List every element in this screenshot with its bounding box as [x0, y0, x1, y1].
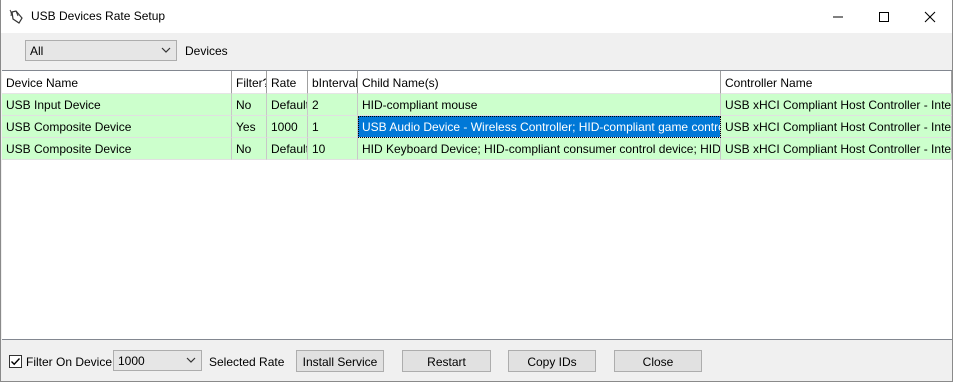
- title-bar: USB Devices Rate Setup: [1, 0, 952, 33]
- close-button[interactable]: Close: [614, 350, 702, 372]
- column-header-rate[interactable]: Rate: [267, 71, 308, 94]
- mouse-icon: [9, 9, 23, 24]
- copy-ids-button[interactable]: Copy IDs: [508, 350, 596, 372]
- device-list[interactable]: Device Name Filter? Rate bInterval Child…: [2, 70, 952, 340]
- cell-child-names-selected: USB Audio Device - Wireless Controller; …: [358, 116, 721, 138]
- cell-rate: 1000: [267, 116, 308, 138]
- cell-child-names: HID-compliant mouse: [358, 94, 721, 116]
- column-header-binterval[interactable]: bInterval: [308, 71, 358, 94]
- cell-binterval: 1: [308, 116, 358, 138]
- cell-device-name: USB Composite Device: [2, 138, 232, 160]
- column-header-controller-name[interactable]: Controller Name: [721, 71, 952, 94]
- table-row[interactable]: USB Input Device No Default 2 HID-compli…: [2, 94, 952, 116]
- cell-rate: Default: [267, 138, 308, 160]
- restart-button[interactable]: Restart: [402, 350, 491, 372]
- column-header-child-names[interactable]: Child Name(s): [358, 71, 721, 94]
- window-title: USB Devices Rate Setup: [31, 9, 166, 23]
- cell-device-name: USB Composite Device: [2, 116, 232, 138]
- cell-rate: Default: [267, 94, 308, 116]
- close-window-button[interactable]: [907, 0, 953, 33]
- filter-on-device-checkbox[interactable]: [9, 355, 22, 368]
- chevron-down-icon: [186, 357, 196, 363]
- cell-controller-name: USB xHCI Compliant Host Controller - Int…: [721, 94, 952, 116]
- rate-dropdown-value: 1000: [118, 354, 145, 368]
- table-row[interactable]: USB Composite Device Yes 1000 1 USB Audi…: [2, 116, 952, 138]
- app-window: USB Devices Rate Setup All Devices Devic…: [0, 0, 953, 382]
- device-filter-dropdown[interactable]: All: [25, 40, 177, 61]
- table-row[interactable]: USB Composite Device No Default 10 HID K…: [2, 138, 952, 160]
- device-filter-value: All: [30, 44, 44, 58]
- cell-binterval: 2: [308, 94, 358, 116]
- selected-rate-label: Selected Rate: [209, 355, 285, 369]
- filter-on-device-label[interactable]: Filter On Device: [26, 355, 112, 369]
- close-icon: [924, 11, 936, 22]
- cell-device-name: USB Input Device: [2, 94, 232, 116]
- checkmark-icon: [11, 358, 21, 366]
- minimize-button[interactable]: [815, 0, 861, 33]
- chevron-down-icon: [161, 47, 171, 53]
- cell-filter: No: [232, 94, 267, 116]
- maximize-button[interactable]: [861, 0, 907, 33]
- cell-controller-name: USB xHCI Compliant Host Controller - Int…: [721, 138, 952, 160]
- maximize-icon: [879, 11, 889, 22]
- cell-filter: No: [232, 138, 267, 160]
- minimize-icon: [833, 16, 843, 17]
- devices-label: Devices: [185, 44, 228, 58]
- cell-filter: Yes: [232, 116, 267, 138]
- column-header-filter[interactable]: Filter?: [232, 71, 267, 94]
- cell-binterval: 10: [308, 138, 358, 160]
- column-header-device-name[interactable]: Device Name: [2, 71, 232, 94]
- cell-child-names: HID Keyboard Device; HID-compliant consu…: [358, 138, 721, 160]
- install-service-button[interactable]: Install Service: [296, 350, 384, 372]
- cell-controller-name: USB xHCI Compliant Host Controller - Int…: [721, 116, 952, 138]
- rate-dropdown[interactable]: 1000: [113, 350, 202, 371]
